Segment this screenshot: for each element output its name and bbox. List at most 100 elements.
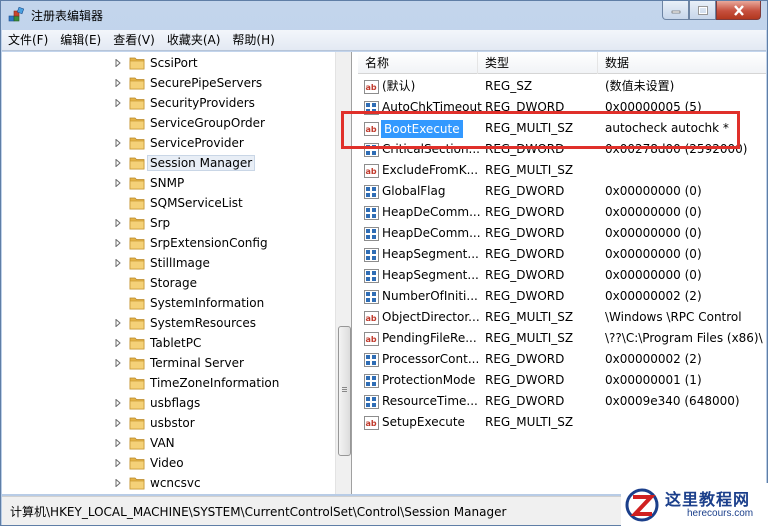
list-row[interactable]: NumberOfIniti... REG_DWORD 0x00000002 (2)	[358, 286, 766, 307]
close-icon	[733, 4, 744, 16]
expand-arrow-icon[interactable]	[113, 478, 123, 488]
list-row[interactable]: CriticalSection... REG_DWORD 0x00278d00 (2…	[358, 139, 766, 160]
tree-item[interactable]: SystemResources	[113, 313, 256, 333]
list-row[interactable]: ab ObjectDirector... REG_MULTI_SZ \Windows …	[358, 307, 766, 328]
folder-icon	[129, 96, 145, 110]
tree-item[interactable]: SecurePipeServers	[113, 73, 262, 93]
tree-item[interactable]: usbstor	[113, 413, 195, 433]
tree-item[interactable]: TimeZoneInformation	[113, 373, 279, 393]
list-row[interactable]: ab (默认) REG_SZ (数值未设置)	[358, 76, 766, 97]
tree-item-label: Terminal Server	[150, 356, 244, 370]
expand-arrow-icon[interactable]	[113, 258, 123, 268]
value-name-cell: ResourceTime...	[364, 391, 482, 412]
expand-arrow-icon[interactable]	[113, 98, 123, 108]
string-value-icon: ab	[364, 331, 379, 346]
string-value-icon: ab	[364, 163, 379, 178]
expand-arrow-icon[interactable]	[113, 238, 123, 248]
tree-item[interactable]: StillImage	[113, 253, 210, 273]
tree-item[interactable]: TabletPC	[113, 333, 201, 353]
tree-item-label: TimeZoneInformation	[150, 376, 280, 390]
list-row[interactable]: ab SetupExecute REG_MULTI_SZ	[358, 412, 766, 433]
expand-arrow-icon[interactable]	[113, 318, 123, 328]
tree-item[interactable]: SrpExtensionConfig	[113, 233, 268, 253]
registry-value-list[interactable]: 名称 类型 数据 ab (默认) REG_SZ (数值未设置) AutoChkTimeo…	[358, 52, 766, 494]
title-bar[interactable]: 注册表编辑器	[1, 1, 767, 29]
expand-arrow-icon[interactable]	[113, 398, 123, 408]
tree-item[interactable]: SNMP	[113, 173, 184, 193]
value-data-cell: 0x00278d00 (2592000)	[605, 142, 748, 156]
tree-item[interactable]: SQMServiceList	[113, 193, 243, 213]
tree-item[interactable]: Srp	[113, 213, 170, 233]
list-row[interactable]: GlobalFlag REG_DWORD 0x00000000 (0)	[358, 181, 766, 202]
tree-item[interactable]: Terminal Server	[113, 353, 244, 373]
value-name: CriticalSection...	[382, 142, 480, 156]
tree-item-label: VAN	[150, 436, 175, 450]
close-button[interactable]	[716, 1, 761, 20]
list-row[interactable]: ProtectionMode REG_DWORD 0x00000001 (1)	[358, 370, 766, 391]
expand-arrow-icon[interactable]	[113, 58, 123, 68]
value-type-cell: REG_DWORD	[485, 205, 565, 219]
tree-item-label: SystemResources	[150, 316, 257, 330]
value-name: (默认)	[382, 79, 416, 93]
list-row[interactable]: AutoChkTimeout REG_DWORD 0x00000005 (5)	[358, 97, 766, 118]
list-row[interactable]: HeapSegment... REG_DWORD 0x00000000 (0)	[358, 265, 766, 286]
column-header-data[interactable]: 数据	[598, 52, 766, 74]
column-header-name[interactable]: 名称	[358, 52, 478, 74]
expand-arrow-icon[interactable]	[113, 358, 123, 368]
menu-file[interactable]: 文件(F)	[2, 30, 54, 51]
site-logo-icon	[625, 488, 659, 522]
list-row[interactable]: ResourceTime... REG_DWORD 0x0009e340 (6480…	[358, 391, 766, 412]
tree-item[interactable]: ScsiPort	[113, 53, 198, 73]
expand-arrow-icon[interactable]	[113, 158, 123, 168]
tree-item-label: ServiceProvider	[150, 136, 244, 150]
list-row[interactable]: ab BootExecute REG_MULTI_SZ autocheck autoc…	[358, 118, 766, 139]
list-row[interactable]: HeapSegment... REG_DWORD 0x00000000 (0)	[358, 244, 766, 265]
tree-item[interactable]: Session Manager	[113, 153, 256, 173]
expand-arrow-icon[interactable]	[113, 458, 123, 468]
menu-view[interactable]: 查看(V)	[107, 30, 161, 51]
list-row[interactable]: HeapDeComm... REG_DWORD 0x00000000 (0)	[358, 202, 766, 223]
list-row[interactable]: ab PendingFileRe... REG_MULTI_SZ \??\C:\Pro…	[358, 328, 766, 349]
expand-arrow-icon[interactable]	[113, 138, 123, 148]
minimize-button[interactable]	[662, 1, 689, 20]
expand-arrow-icon[interactable]	[113, 178, 123, 188]
tree-item[interactable]: VAN	[113, 433, 175, 453]
registry-key-tree[interactable]: ScsiPort SecurePipeServers SecurityProvide…	[7, 52, 352, 494]
svg-text:ab: ab	[366, 83, 377, 92]
list-row[interactable]: HeapDeComm... REG_DWORD 0x00000000 (0)	[358, 223, 766, 244]
value-type-cell: REG_DWORD	[485, 373, 565, 387]
value-type-cell: REG_DWORD	[485, 226, 565, 240]
maximize-icon	[697, 5, 708, 15]
value-data-cell: (数值未设置)	[605, 79, 675, 93]
value-data-cell	[605, 412, 766, 433]
menu-edit[interactable]: 编辑(E)	[54, 30, 107, 51]
tree-item[interactable]: SecurityProviders	[113, 93, 255, 113]
tree-scrollbar[interactable]	[335, 52, 351, 494]
expand-arrow-icon[interactable]	[113, 218, 123, 228]
list-row[interactable]: ProcessorCont... REG_DWORD 0x00000002 (2)	[358, 349, 766, 370]
tree-item[interactable]: usbflags	[113, 393, 200, 413]
expand-arrow-icon[interactable]	[113, 438, 123, 448]
tree-item-label: SrpExtensionConfig	[150, 236, 268, 250]
tree-item[interactable]: wcncsvc	[113, 473, 201, 493]
tree-item[interactable]: ServiceGroupOrder	[113, 113, 265, 133]
tree-item[interactable]: Video	[113, 453, 184, 473]
tree-item[interactable]: ServiceProvider	[113, 133, 244, 153]
value-name-cell: CriticalSection...	[364, 139, 482, 160]
maximize-button[interactable]	[689, 1, 716, 20]
column-header-type[interactable]: 类型	[478, 52, 598, 74]
menu-help[interactable]: 帮助(H)	[226, 30, 280, 51]
tree-item[interactable]: Storage	[113, 273, 197, 293]
expand-arrow-icon[interactable]	[113, 78, 123, 88]
menu-favorites[interactable]: 收藏夹(A)	[161, 30, 227, 51]
expand-arrow-icon[interactable]	[113, 418, 123, 428]
value-type-cell: REG_MULTI_SZ	[485, 310, 574, 324]
tree-scrollbar-thumb[interactable]	[338, 326, 351, 456]
value-data-cell: 0x0009e340 (648000)	[605, 394, 740, 408]
tree-item-label: ScsiPort	[150, 56, 198, 70]
list-row[interactable]: ab ExcludeFromK... REG_MULTI_SZ	[358, 160, 766, 181]
string-value-icon: ab	[364, 79, 379, 94]
tree-item[interactable]: SystemInformation	[113, 293, 264, 313]
expand-arrow-icon[interactable]	[113, 338, 123, 348]
